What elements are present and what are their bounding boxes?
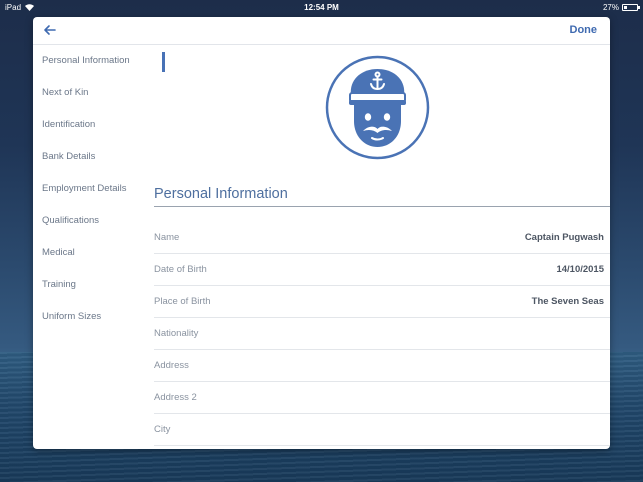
field-address[interactable]: Address bbox=[154, 350, 610, 382]
sidebar-item-personal-information[interactable]: Personal Information bbox=[33, 45, 165, 77]
device-name: iPad bbox=[5, 2, 22, 12]
wifi-icon bbox=[25, 3, 35, 11]
field-address-2[interactable]: Address 2 bbox=[154, 382, 610, 414]
field-place-of-birth[interactable]: Place of Birth The Seven Seas bbox=[154, 286, 610, 318]
battery-fill bbox=[624, 5, 627, 9]
field-value[interactable]: The Seven Seas bbox=[532, 296, 610, 307]
sidebar-item-label: Uniform Sizes bbox=[42, 311, 102, 322]
captain-avatar-icon[interactable] bbox=[325, 55, 430, 160]
sidebar-item-uniform-sizes[interactable]: Uniform Sizes bbox=[33, 301, 153, 333]
sidebar-item-next-of-kin[interactable]: Next of Kin bbox=[33, 77, 153, 109]
profile-card: Done Personal Information Next of Kin Id… bbox=[33, 17, 610, 449]
back-arrow-icon[interactable] bbox=[42, 22, 58, 38]
done-button[interactable]: Done bbox=[570, 24, 598, 36]
sidebar-item-label: Qualifications bbox=[42, 215, 100, 226]
sidebar-item-medical[interactable]: Medical bbox=[33, 237, 153, 269]
sidebar-item-label: Next of Kin bbox=[42, 87, 89, 98]
field-label: Nationality bbox=[154, 328, 199, 339]
field-nationality[interactable]: Nationality bbox=[154, 318, 610, 350]
sidebar-item-label: Employment Details bbox=[42, 183, 127, 194]
field-value[interactable]: 14/10/2015 bbox=[556, 264, 610, 275]
personal-information-form: Name Captain Pugwash Date of Birth 14/10… bbox=[154, 222, 610, 446]
field-label: Address 2 bbox=[154, 392, 197, 403]
battery-percent: 27% bbox=[602, 2, 619, 12]
navigation-bar: Done bbox=[33, 17, 610, 45]
sidebar-item-qualifications[interactable]: Qualifications bbox=[33, 205, 153, 237]
field-label: Address bbox=[154, 360, 189, 371]
sidebar-item-bank-details[interactable]: Bank Details bbox=[33, 141, 153, 173]
sidebar-item-label: Medical bbox=[42, 247, 75, 258]
sidebar-item-employment-details[interactable]: Employment Details bbox=[33, 173, 153, 205]
field-value[interactable]: Captain Pugwash bbox=[525, 232, 610, 243]
status-time: 12:54 PM bbox=[304, 2, 339, 12]
field-name[interactable]: Name Captain Pugwash bbox=[154, 222, 610, 254]
sidebar-item-label: Personal Information bbox=[42, 55, 130, 66]
sidebar-item-training[interactable]: Training bbox=[33, 269, 153, 301]
sidebar-item-identification[interactable]: Identification bbox=[33, 109, 153, 141]
status-bar: iPad 12:54 PM 27% bbox=[0, 0, 643, 14]
field-date-of-birth[interactable]: Date of Birth 14/10/2015 bbox=[154, 254, 610, 286]
field-label: Place of Birth bbox=[154, 296, 211, 307]
field-city[interactable]: City bbox=[154, 414, 610, 446]
section-title: Personal Information bbox=[154, 186, 610, 207]
field-label: Name bbox=[154, 232, 180, 243]
sidebar-item-label: Bank Details bbox=[42, 151, 96, 162]
sidebar-item-label: Identification bbox=[42, 119, 96, 130]
battery-icon bbox=[622, 3, 640, 11]
sidebar-item-label: Training bbox=[42, 279, 76, 290]
sidebar: Personal Information Next of Kin Identif… bbox=[33, 45, 165, 333]
field-label: City bbox=[154, 424, 171, 435]
field-label: Date of Birth bbox=[154, 264, 207, 275]
